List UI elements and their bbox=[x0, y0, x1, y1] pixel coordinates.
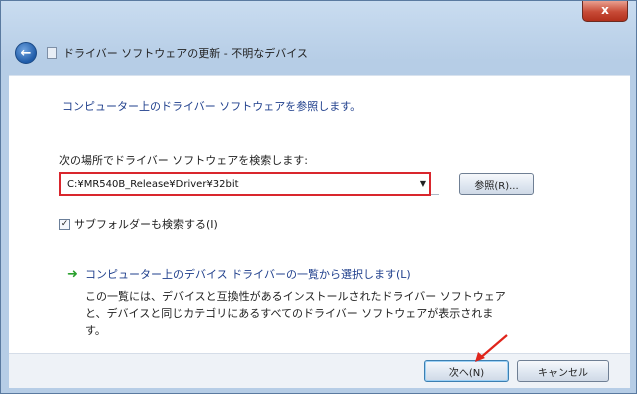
wizard-content: コンピューター上のドライバー ソフトウェアを参照します。 次の場所でドライバー … bbox=[9, 75, 630, 388]
description-line: この一覧には、デバイスと互換性があるインストールされたドライバー ソフトウェア bbox=[85, 290, 506, 303]
cancel-button[interactable]: キャンセル bbox=[517, 360, 609, 382]
include-subfolders-label[interactable]: サブフォルダーも検索する(I) bbox=[74, 216, 218, 232]
device-icon bbox=[47, 47, 57, 59]
include-subfolders-checkbox[interactable]: ✓ bbox=[59, 218, 70, 230]
next-button[interactable]: 次へ(N) bbox=[424, 360, 509, 382]
pick-from-list-link[interactable]: コンピューター上のデバイス ドライバーの一覧から選択します(L) bbox=[85, 266, 411, 282]
browse-button[interactable]: 参照(R)... bbox=[459, 173, 534, 195]
description-line: と、デバイスと同じカテゴリにあるすべてのドライバー ソフトウェアが表示されま bbox=[85, 307, 494, 320]
search-location-label: 次の場所でドライバー ソフトウェアを検索します: bbox=[59, 154, 308, 167]
combo-divider bbox=[431, 194, 439, 195]
window-title: ドライバー ソフトウェアの更新 - 不明なデバイス bbox=[63, 47, 308, 60]
annotation-arrow-icon bbox=[475, 334, 508, 362]
close-button[interactable]: x bbox=[582, 1, 628, 22]
driver-path-input[interactable] bbox=[59, 172, 431, 196]
title-bar: ← ドライバー ソフトウェアの更新 - 不明なデバイス bbox=[15, 41, 615, 65]
chevron-down-icon[interactable]: ▼ bbox=[417, 177, 429, 191]
include-subfolders-option[interactable]: ✓ サブフォルダーも検索する(I) bbox=[59, 216, 218, 232]
driver-update-window: x ← ドライバー ソフトウェアの更新 - 不明なデバイス コンピューター上のド… bbox=[0, 0, 637, 394]
pick-from-list-description: この一覧には、デバイスと互換性があるインストールされたドライバー ソフトウェア … bbox=[85, 288, 555, 339]
back-arrow-icon[interactable]: ← bbox=[15, 42, 37, 64]
page-heading: コンピューター上のドライバー ソフトウェアを参照します。 bbox=[62, 100, 362, 113]
green-arrow-icon: ➜ bbox=[67, 267, 78, 282]
